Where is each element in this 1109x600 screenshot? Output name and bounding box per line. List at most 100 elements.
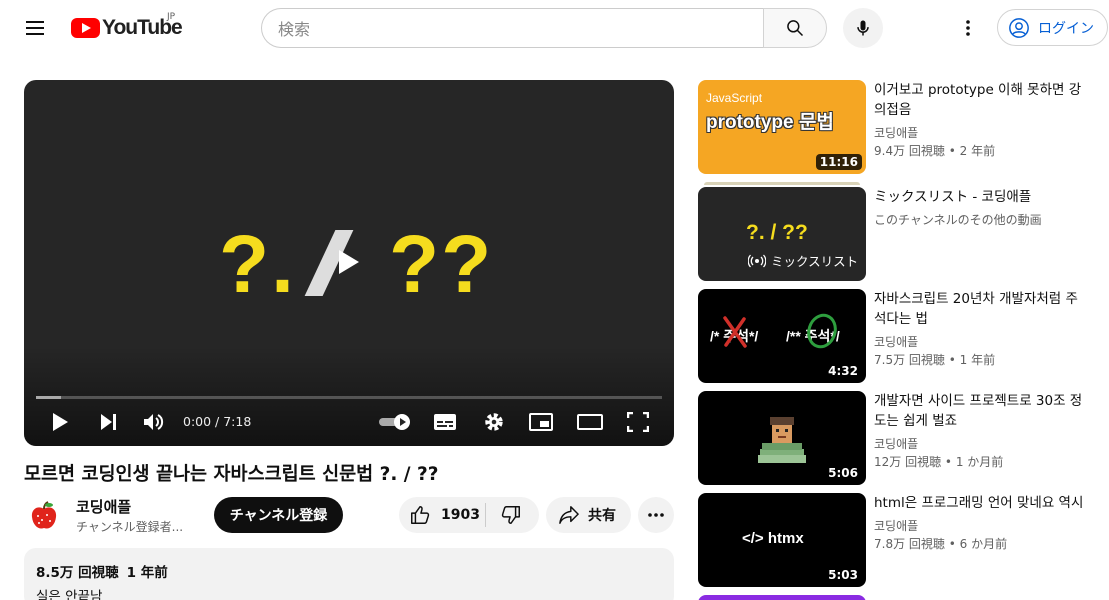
view-count: 7.5万 回視聴	[874, 353, 945, 367]
duration-badge: 4:32	[824, 363, 862, 379]
subscriber-count: チャンネル登録者...	[76, 520, 184, 534]
subtitles-button[interactable]	[430, 408, 460, 436]
autoplay-toggle[interactable]	[376, 408, 414, 436]
mix-badge: ミックスリスト	[748, 251, 858, 270]
youtube-logo[interactable]: YouTube	[71, 14, 183, 42]
share-icon	[559, 506, 579, 524]
recommendation-item[interactable]: 5:06 개발자면 사이드 프로젝트로 30조 정도는 쉽게 벌죠 코딩애플 1…	[698, 391, 1108, 485]
recommendation-channel: このチャンネルのその他の動画	[874, 213, 1042, 227]
description-stats: 8.5万 回視聴 1 年前	[36, 561, 662, 581]
miniplayer-icon	[529, 413, 553, 431]
login-button[interactable]: ログイン	[997, 9, 1108, 46]
share-label: 共有	[588, 508, 616, 524]
thumbs-down-icon	[501, 506, 520, 524]
voice-search-button[interactable]	[843, 8, 883, 48]
recommendation-meta: 7.5万 回視聴 • 1 年前	[874, 353, 996, 367]
duration-badge: 5:06	[824, 465, 862, 481]
video-thumbnail[interactable]	[698, 595, 866, 600]
thumbnail-optional-chaining: ?.	[219, 219, 296, 310]
video-thumbnail[interactable]: ?. / ?? ミックスリスト	[698, 187, 866, 281]
progress-bar[interactable]	[36, 396, 662, 399]
settings-menu-button[interactable]	[956, 16, 980, 40]
youtube-play-icon	[71, 18, 100, 38]
view-count: 12万 回視聴	[874, 455, 942, 469]
search-placeholder: 検索	[278, 20, 311, 39]
theater-mode-button[interactable]	[574, 408, 606, 436]
subtitles-icon	[434, 414, 456, 430]
microphone-icon	[857, 20, 869, 36]
upload-age: 2 年前	[959, 144, 996, 158]
upload-age: 1 年前	[959, 353, 996, 367]
video-thumbnail[interactable]: </> htmx 5:03	[698, 493, 866, 587]
money-pile-character-icon	[758, 417, 806, 463]
video-title: 모르면 코딩인생 끝나는 자바스크립트 신문법 ?. / ??	[24, 464, 439, 485]
recommendation-channel: 코딩애플	[874, 437, 919, 451]
recommendation-title: 자바스크립트 20년차 개발자처럼 주석다는 법	[874, 291, 1078, 327]
video-thumbnail[interactable]: JavaScript prototype 문법 11:16	[698, 80, 866, 174]
recommendation-meta: 12万 回視聴 • 1 か月前	[874, 455, 1004, 469]
thumbnail-nullish: ??	[389, 219, 494, 310]
green-circle-icon	[807, 313, 837, 349]
thumb-headline: prototype 문법	[706, 112, 834, 133]
miniplayer-button[interactable]	[526, 408, 556, 436]
more-vert-icon	[966, 20, 970, 36]
recommendation-meta: 7.8万 回視聴 • 6 か月前	[874, 537, 1008, 551]
apple-avatar-icon	[31, 501, 57, 529]
mix-label: ミックスリスト	[771, 254, 859, 269]
next-button[interactable]	[94, 408, 122, 436]
description-text: 실은 안끝남	[36, 589, 103, 600]
play-overlay-icon[interactable]	[339, 250, 359, 274]
recommendation-channel: 코딩애플	[874, 335, 919, 349]
playlist-stack-edge	[704, 182, 860, 185]
view-count: 7.8万 回視聴	[874, 537, 945, 551]
recommendation-meta: 9.4万 回視聴 • 2 年前	[874, 144, 996, 158]
progress-fill	[36, 396, 62, 399]
recommendation-title: html은 프로그래밍 언어 맞네요 역시	[874, 495, 1084, 511]
mix-playlist-item[interactable]: ?. / ?? ミックスリスト ミックスリスト - 코딩애플 このチャンネルのそ…	[698, 182, 1108, 281]
thumbs-up-icon	[411, 506, 430, 524]
country-code: JP	[167, 12, 176, 22]
time-display: 0:00 / 7:18	[183, 414, 252, 429]
recommendation-title: 이거보고 prototype 이해 못하면 강의접음	[874, 82, 1082, 118]
search-icon	[787, 20, 804, 37]
play-icon	[53, 413, 68, 431]
thumb-caption: JavaScript	[706, 91, 763, 105]
more-actions-button[interactable]	[638, 497, 674, 533]
video-player[interactable]: ?. ?? 0:00 / 7:18	[24, 80, 674, 446]
fullscreen-button[interactable]	[624, 408, 652, 436]
theater-icon	[577, 414, 603, 430]
channel-avatar[interactable]	[24, 496, 64, 536]
video-thumbnail[interactable]: 5:06	[698, 391, 866, 485]
duration-badge: 11:16	[815, 154, 862, 170]
description-box[interactable]: 8.5万 回視聴 1 年前 실은 안끝남	[24, 548, 674, 600]
share-button[interactable]: 共有	[546, 497, 631, 533]
fullscreen-icon	[627, 412, 649, 432]
view-count: 9.4万 回視聴	[874, 144, 945, 158]
recommendation-channel: 코딩애플	[874, 126, 919, 140]
recommendation-item[interactable]: /* 주석*/ /** 주석*/ 4:32 자바스크립트 20년차 개발자처럼 …	[698, 289, 1108, 383]
dislike-button[interactable]	[486, 497, 536, 533]
settings-button[interactable]	[479, 408, 509, 436]
search-input[interactable]: 検索	[261, 8, 763, 48]
upload-age: 6 か月前	[959, 537, 1008, 551]
volume-button[interactable]	[140, 408, 168, 436]
channel-name[interactable]: 코딩애플	[76, 496, 131, 517]
account-icon	[1009, 17, 1029, 38]
duration-badge: 5:03	[824, 567, 862, 583]
broadcast-icon	[748, 254, 766, 267]
menu-icon[interactable]	[24, 16, 48, 40]
subscribe-button[interactable]: チャンネル登録	[214, 497, 343, 533]
view-count: 8.5万 回視聴	[36, 565, 119, 581]
recommendation-item[interactable]: JavaScript prototype 문법 11:16 이거보고 proto…	[698, 80, 1108, 174]
search-button[interactable]	[763, 8, 827, 48]
recommendation-title: 개발자면 사이드 프로젝트로 30조 정도는 쉽게 벌죠	[874, 393, 1083, 429]
play-button[interactable]	[46, 408, 74, 436]
upload-date: 1 年前	[126, 565, 168, 581]
autoplay-icon	[379, 414, 410, 430]
gear-icon	[485, 413, 503, 431]
like-button[interactable]: 1903	[399, 497, 485, 533]
thumb-headline: ?. / ??	[746, 221, 808, 244]
recommendation-item[interactable]: </> htmx 5:03 html은 프로그래밍 언어 맞네요 역시 코딩애플…	[698, 493, 1108, 587]
like-count: 1903	[441, 507, 480, 523]
video-thumbnail[interactable]: /* 주석*/ /** 주석*/ 4:32	[698, 289, 866, 383]
